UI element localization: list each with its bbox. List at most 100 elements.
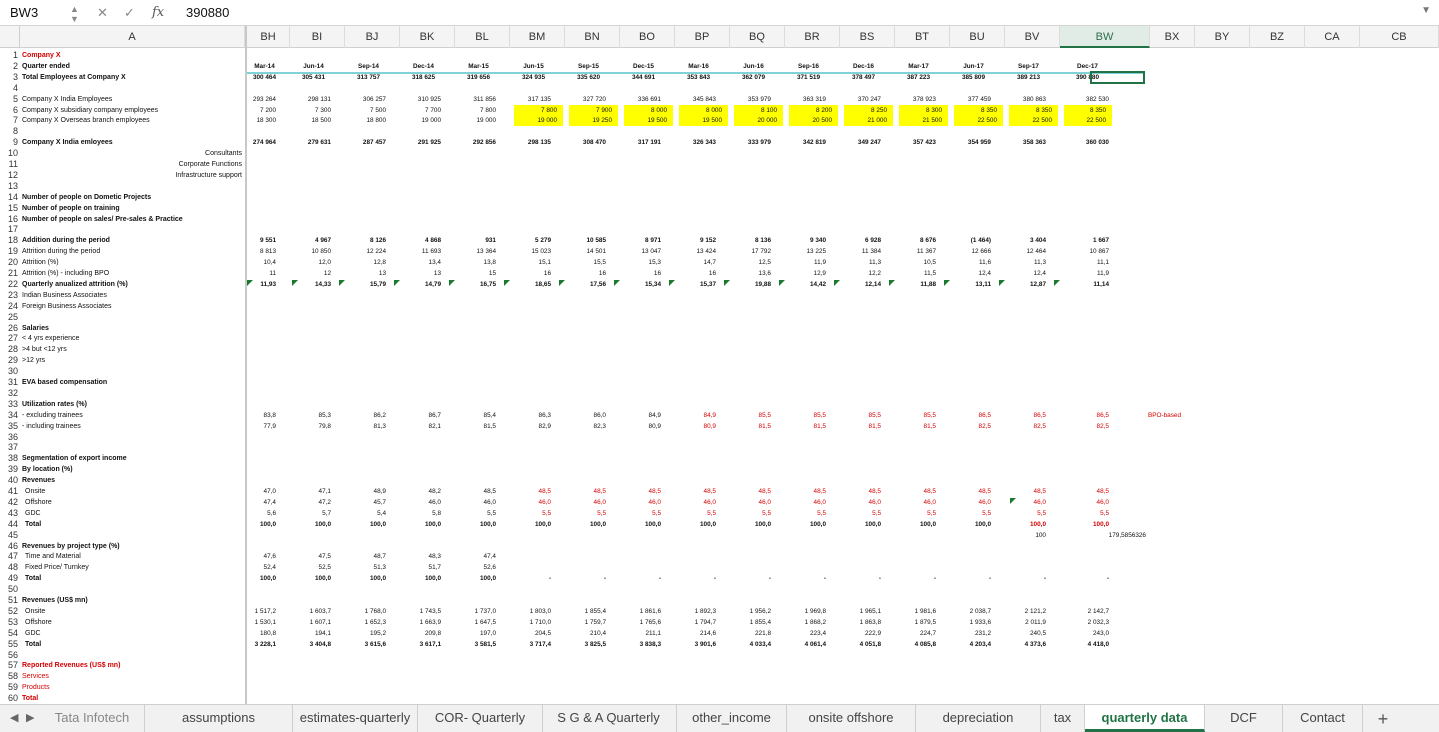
row-label[interactable]: [22, 650, 244, 661]
row-number[interactable]: 30: [0, 366, 20, 377]
cell-bk-5[interactable]: 310 925: [400, 94, 447, 105]
row-number[interactable]: 40: [0, 475, 20, 486]
cell-bi-43[interactable]: 5,7: [290, 508, 337, 519]
cell-bn-49[interactable]: -: [565, 573, 612, 584]
cell-bo-9[interactable]: 317 191: [620, 137, 667, 148]
row-label[interactable]: Total: [22, 573, 244, 584]
cell-bp-5[interactable]: 345 843: [675, 94, 722, 105]
row-label[interactable]: - excluding trainees: [22, 410, 244, 421]
cell-bk-7[interactable]: 19 000: [400, 115, 447, 126]
cell-bk-55[interactable]: 3 617,1: [400, 639, 447, 650]
cell-bu-5[interactable]: 377 459: [950, 94, 997, 105]
cell-bo-55[interactable]: 3 838,3: [620, 639, 667, 650]
cell-bm-42[interactable]: 46,0: [510, 497, 557, 508]
cell-bw-35[interactable]: 82,5: [1060, 421, 1115, 432]
row-label[interactable]: Revenues (US$ mn): [22, 595, 244, 606]
row-label[interactable]: Total Employees at Company X: [22, 72, 244, 83]
cell-bk-53[interactable]: 1 663,9: [400, 617, 447, 628]
cell-bu-18[interactable]: (1 464): [950, 235, 997, 246]
cell-bo-49[interactable]: -: [620, 573, 667, 584]
row-label[interactable]: Foreign Business Associates: [22, 301, 244, 312]
cell-bi-9[interactable]: 279 631: [290, 137, 337, 148]
cell-br-55[interactable]: 4 061,4: [785, 639, 832, 650]
cell-bt-53[interactable]: 1 879,5: [895, 617, 942, 628]
cell-br-6[interactable]: 8 200: [789, 104, 838, 116]
cell-bi-44[interactable]: 100,0: [290, 519, 337, 530]
cell-bs-54[interactable]: 222,9: [840, 628, 887, 639]
row-number[interactable]: 7: [0, 115, 20, 126]
cell-bq-54[interactable]: 221,8: [730, 628, 777, 639]
cell-bt-44[interactable]: 100,0: [895, 519, 942, 530]
row-number[interactable]: 12: [0, 170, 20, 181]
cell-bv-43[interactable]: 5,5: [1005, 508, 1052, 519]
cell-bl-35[interactable]: 81,5: [455, 421, 502, 432]
cell-bm-52[interactable]: 1 803,0: [510, 606, 557, 617]
row-label[interactable]: [22, 432, 244, 443]
cell-bk-43[interactable]: 5,8: [400, 508, 447, 519]
column-header-bj[interactable]: BJ: [345, 26, 400, 48]
cell-bj-20[interactable]: 12,8: [345, 257, 392, 268]
row-label[interactable]: Indian Business Associates: [22, 290, 244, 301]
prev-sheet-icon[interactable]: ◀: [10, 711, 18, 724]
cell-bw-45[interactable]: 179,5856326: [1060, 530, 1148, 541]
cell-bs-20[interactable]: 11,3: [840, 257, 887, 268]
cell-bv-55[interactable]: 4 373,6: [1005, 639, 1052, 650]
cell-bk-52[interactable]: 1 743,5: [400, 606, 447, 617]
cell-bl-53[interactable]: 1 647,5: [455, 617, 502, 628]
cell-bo-43[interactable]: 5,5: [620, 508, 667, 519]
spreadsheet-grid[interactable]: 1 Company X 2 Quarter ended Mar-14 Jun-14 Sep-…: [0, 48, 1439, 704]
cell-bn-2[interactable]: Sep-15: [565, 61, 612, 72]
cell-bq-2[interactable]: Jun-16: [730, 61, 777, 72]
cell-bi-19[interactable]: 10 850: [290, 246, 337, 257]
cell-bq-6[interactable]: 8 100: [734, 104, 783, 116]
cell-bs-41[interactable]: 48,5: [840, 486, 887, 497]
row-number[interactable]: 44: [0, 519, 20, 530]
cell-br-20[interactable]: 11,9: [785, 257, 832, 268]
cell-bv-35[interactable]: 82,5: [1005, 421, 1052, 432]
row-label[interactable]: < 4 yrs experience: [22, 333, 244, 344]
column-header-bs[interactable]: BS: [840, 26, 895, 48]
cell-bm-19[interactable]: 15 023: [510, 246, 557, 257]
row-number[interactable]: 11: [0, 159, 20, 170]
cell-bi-7[interactable]: 18 500: [290, 115, 337, 126]
cell-bj-6[interactable]: 7 500: [345, 105, 392, 116]
cell-bl-48[interactable]: 52,6: [455, 562, 502, 573]
row-number[interactable]: 17: [0, 224, 20, 235]
cell-bu-53[interactable]: 1 933,6: [950, 617, 997, 628]
cell-bt-54[interactable]: 224,7: [895, 628, 942, 639]
sheet-tab-assumptions[interactable]: assumptions: [145, 705, 293, 732]
cell-bn-21[interactable]: 16: [565, 268, 612, 279]
cell-bw-21[interactable]: 11,9: [1060, 268, 1115, 279]
cell-bu-7[interactable]: 22 500: [954, 115, 1003, 127]
cell-bj-55[interactable]: 3 615,6: [345, 639, 392, 650]
cell-br-49[interactable]: -: [785, 573, 832, 584]
row-number[interactable]: 38: [0, 453, 20, 464]
cell-bl-43[interactable]: 5,5: [455, 508, 502, 519]
cell-bt-55[interactable]: 4 085,8: [895, 639, 942, 650]
cell-bw-5[interactable]: 382 530: [1060, 94, 1115, 105]
freeze-pane-divider[interactable]: [245, 26, 247, 704]
cell-bt-43[interactable]: 5,5: [895, 508, 942, 519]
cell-bl-34[interactable]: 85,4: [455, 410, 502, 421]
cell-br-41[interactable]: 48,5: [785, 486, 832, 497]
row-number[interactable]: 4: [0, 83, 20, 94]
cell-bp-55[interactable]: 3 901,6: [675, 639, 722, 650]
cell-bh-54[interactable]: 180,8: [247, 628, 282, 639]
row-label[interactable]: Addition during the period: [22, 235, 244, 246]
cell-bt-7[interactable]: 21 500: [899, 115, 948, 127]
cell-bh-18[interactable]: 9 551: [247, 235, 282, 246]
cell-bs-52[interactable]: 1 965,1: [840, 606, 887, 617]
cell-bk-54[interactable]: 209,8: [400, 628, 447, 639]
cell-bj-22[interactable]: 15,79: [345, 279, 392, 290]
cell-br-2[interactable]: Sep-16: [785, 61, 832, 72]
row-label[interactable]: Attrition (%) - including BPO: [22, 268, 244, 279]
cell-bh-35[interactable]: 77,9: [247, 421, 282, 432]
cell-bp-6[interactable]: 8 000: [679, 104, 728, 116]
cell-bq-53[interactable]: 1 855,4: [730, 617, 777, 628]
cell-bq-7[interactable]: 20 000: [734, 115, 783, 127]
cell-bu-21[interactable]: 12,4: [950, 268, 997, 279]
row-label[interactable]: [22, 442, 244, 453]
cell-bs-55[interactable]: 4 051,8: [840, 639, 887, 650]
row-number[interactable]: 21: [0, 268, 20, 279]
cell-bj-54[interactable]: 195,2: [345, 628, 392, 639]
